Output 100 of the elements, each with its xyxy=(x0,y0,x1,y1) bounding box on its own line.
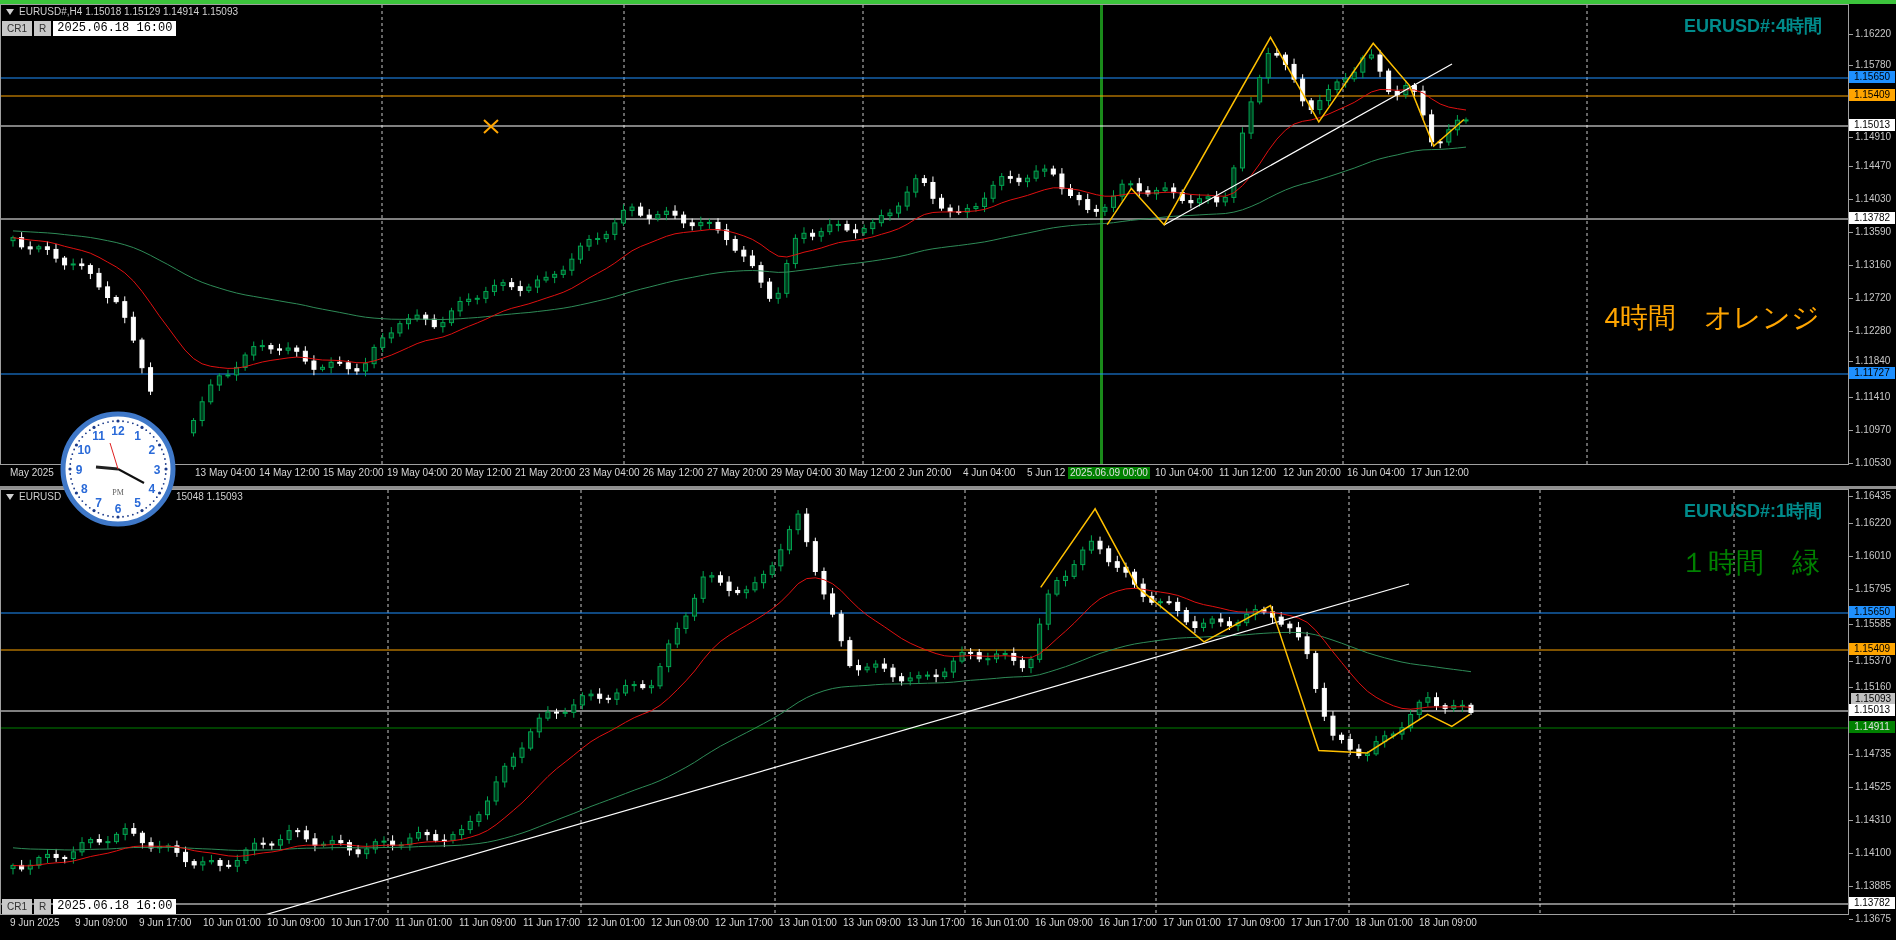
time-label: 11 Jun 09:00 xyxy=(459,917,517,929)
time-label: 16 Jun 17:00 xyxy=(1099,917,1157,929)
price-label: 1.15585 xyxy=(1855,618,1892,630)
price-label: 1.14525 xyxy=(1855,781,1892,793)
time-label: 14 May 12:00 xyxy=(259,467,320,479)
price-tag: 1.15650 xyxy=(1849,71,1895,83)
clock-numeral: 4 xyxy=(148,482,156,496)
clock-numeral: 3 xyxy=(153,462,161,477)
chart-title: EURUSD#:4時間 xyxy=(1683,15,1822,38)
time-label: 16 Jun 04:00 xyxy=(1347,467,1405,479)
time-label: 17 Jun 09:00 xyxy=(1227,917,1285,929)
price-tag: 1.15650 xyxy=(1849,606,1895,618)
time-label: 11 Jun 17:00 xyxy=(523,917,581,929)
clock-numeral: 9 xyxy=(75,462,83,477)
time-label: 13 May 04:00 xyxy=(195,467,256,479)
clock-numeral: 12 xyxy=(111,423,125,438)
time-label: 12 Jun 01:00 xyxy=(587,917,645,929)
time-label: 12 Jun 20:00 xyxy=(1283,467,1341,479)
price-label: 1.14030 xyxy=(1855,193,1892,205)
price-label: 1.15780 xyxy=(1855,59,1892,71)
chart-header-text: 15048 1.15093 xyxy=(176,491,243,503)
price-tag: 1.15409 xyxy=(1849,89,1895,101)
price-tag: 1.15013 xyxy=(1849,704,1895,716)
price-tag: 1.13782 xyxy=(1849,897,1895,909)
time-label: 16 Jun 09:00 xyxy=(1035,917,1093,929)
toolbar-button[interactable]: CR1 xyxy=(2,899,32,914)
price-label: 1.15160 xyxy=(1855,681,1892,693)
chart-title: EURUSD#:1時間 xyxy=(1683,500,1822,523)
time-label: 11 Jun 12:00 xyxy=(1219,467,1277,479)
time-label: 20 May 12:00 xyxy=(451,467,512,479)
price-label: 1.14735 xyxy=(1855,748,1892,760)
clock-numeral: 1 xyxy=(134,428,141,443)
clock-numeral: 5 xyxy=(134,496,141,511)
price-label: 1.14100 xyxy=(1855,847,1892,859)
price-label: 1.16435 xyxy=(1855,490,1892,502)
chart-note: 4時間 オレンジ xyxy=(1604,301,1820,335)
time-label: 9 Jun 2025 xyxy=(10,917,60,929)
clock-period-text: PM xyxy=(112,488,124,497)
price-tag: 1.15013 xyxy=(1849,119,1895,131)
time-label: 15 May 20:00 xyxy=(323,467,384,479)
price-label: 1.14910 xyxy=(1855,131,1892,143)
date-field[interactable]: 2025.06.18 16:00 xyxy=(53,21,177,36)
time-label: 23 May 04:00 xyxy=(579,467,640,479)
clock-numeral: 7 xyxy=(95,496,102,511)
time-label: 10 Jun 04:00 xyxy=(1155,467,1213,479)
time-label: 17 Jun 12:00 xyxy=(1411,467,1469,479)
chart-note: １時間 緑 xyxy=(1680,546,1820,580)
price-label: 1.14470 xyxy=(1855,160,1892,172)
time-label: 29 May 04:00 xyxy=(771,467,832,479)
time-label: 17 Jun 01:00 xyxy=(1163,917,1221,929)
time-label: 26 May 12:00 xyxy=(643,467,704,479)
time-label: 12 Jun 17:00 xyxy=(715,917,773,929)
time-marker-label: 2025.06.09 00:00 xyxy=(1068,467,1150,479)
price-label: 1.12280 xyxy=(1855,325,1892,337)
time-label: 17 Jun 17:00 xyxy=(1291,917,1349,929)
time-label: 9 Jun 09:00 xyxy=(75,917,128,929)
price-tag: 1.11727 xyxy=(1849,367,1895,379)
time-label: 9 Jun 17:00 xyxy=(139,917,192,929)
clock-numeral: 10 xyxy=(77,443,91,457)
price-label: 1.11410 xyxy=(1855,391,1891,403)
time-label: 12 Jun 09:00 xyxy=(651,917,709,929)
date-field[interactable]: 2025.06.18 16:00 xyxy=(53,899,177,914)
time-label: 13 Jun 01:00 xyxy=(779,917,837,929)
price-tag: 1.14911 xyxy=(1849,721,1895,733)
price-label: 1.13675 xyxy=(1855,913,1892,925)
time-label: 30 May 12:00 xyxy=(835,467,896,479)
chart-header-text: EURUSD xyxy=(19,491,62,503)
time-label: 11 Jun 01:00 xyxy=(395,917,453,929)
time-label: 16 Jun 01:00 xyxy=(971,917,1029,929)
time-label: 18 Jun 01:00 xyxy=(1355,917,1413,929)
chart-header-text: EURUSD#,H4 1.15018 1.15129 1.14914 1.15093 xyxy=(19,6,239,18)
toolbar-button[interactable]: R xyxy=(34,899,52,914)
price-label: 1.15795 xyxy=(1855,583,1892,595)
price-label: 1.16220 xyxy=(1855,517,1892,529)
price-tag: 1.15409 xyxy=(1849,643,1895,655)
clock-numeral: 2 xyxy=(148,443,156,457)
toolbar-button[interactable]: R xyxy=(34,21,52,36)
price-tag: 1.15093 xyxy=(1851,693,1895,705)
price-label: 1.12720 xyxy=(1855,292,1892,304)
toolbar-button[interactable]: CR1 xyxy=(2,21,32,36)
time-label: 5 Jun 12 xyxy=(1027,467,1066,479)
price-label: 1.10970 xyxy=(1855,424,1892,436)
price-tag: 1.13782 xyxy=(1849,212,1895,224)
price-label: 1.11840 xyxy=(1855,355,1891,367)
time-label: 27 May 20:00 xyxy=(707,467,768,479)
price-label: 1.13885 xyxy=(1855,880,1892,892)
price-label: 1.15370 xyxy=(1855,655,1892,667)
time-label: 10 Jun 17:00 xyxy=(331,917,389,929)
time-label: 2 Jun 20:00 xyxy=(899,467,952,479)
time-label: 4 Jun 04:00 xyxy=(963,467,1016,479)
time-label: 13 Jun 09:00 xyxy=(843,917,901,929)
price-label: 1.14310 xyxy=(1855,814,1892,826)
clock-numeral: 6 xyxy=(114,501,122,516)
price-label: 1.13590 xyxy=(1855,226,1892,238)
time-label: May 2025 xyxy=(10,467,54,479)
price-label: 1.16220 xyxy=(1855,28,1892,40)
time-label: 10 Jun 01:00 xyxy=(203,917,261,929)
clock-numeral: 11 xyxy=(92,428,105,443)
clock-numeral: 8 xyxy=(80,482,88,496)
price-label: 1.10530 xyxy=(1855,457,1892,469)
